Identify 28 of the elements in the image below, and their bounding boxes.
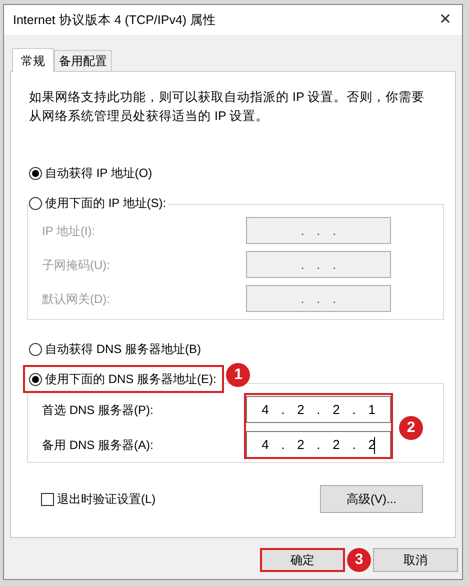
step-number-badge: 3	[347, 548, 371, 572]
advanced-button[interactable]: 高级(V)...	[320, 485, 423, 513]
step-number-badge: 1	[226, 363, 250, 387]
radio-button[interactable]	[29, 372, 42, 386]
ip-address-field[interactable]: 4.2.2.2	[246, 431, 391, 458]
radio-button[interactable]	[29, 166, 42, 180]
window-title: Internet 协议版本 4 (TCP/IPv4) 属性	[13, 12, 216, 29]
tab[interactable]: 常规	[12, 48, 54, 72]
cancel-button[interactable]: 取消	[373, 548, 458, 572]
radio-label: 自动获得 IP 地址(O)	[45, 164, 154, 182]
field-label: IP 地址(I):	[42, 222, 96, 240]
radio-label: 自动获得 DNS 服务器地址(B)	[45, 340, 203, 358]
tab[interactable]: 备用配置	[54, 50, 112, 71]
field-label: 备用 DNS 服务器(A):	[42, 436, 154, 454]
ok-button[interactable]: 确定	[260, 548, 345, 572]
checkbox-label: 退出时验证设置(L)	[57, 491, 156, 508]
field-label: 子网掩码(U):	[42, 256, 110, 274]
ip-address-field[interactable]: 4.2.2.1	[246, 396, 391, 423]
step-number-badge: 2	[399, 416, 423, 440]
checkbox[interactable]	[41, 492, 54, 506]
field-label: 首选 DNS 服务器(P):	[42, 402, 154, 418]
field-label: 默认网关(D):	[42, 290, 110, 308]
radio-label: 使用下面的 DNS 服务器地址(E):	[45, 370, 218, 388]
radio-label: 使用下面的 IP 地址(S):	[45, 194, 168, 212]
radio-button[interactable]	[29, 342, 42, 356]
description-text: 如果网络支持此功能，则可以获取自动指派的 IP 设置。否则，你需要从网络系统管理员处获得适当的 IP 设置。	[29, 89, 426, 125]
radio-button[interactable]	[29, 196, 42, 210]
close-button[interactable]: ✕	[439, 8, 452, 32]
